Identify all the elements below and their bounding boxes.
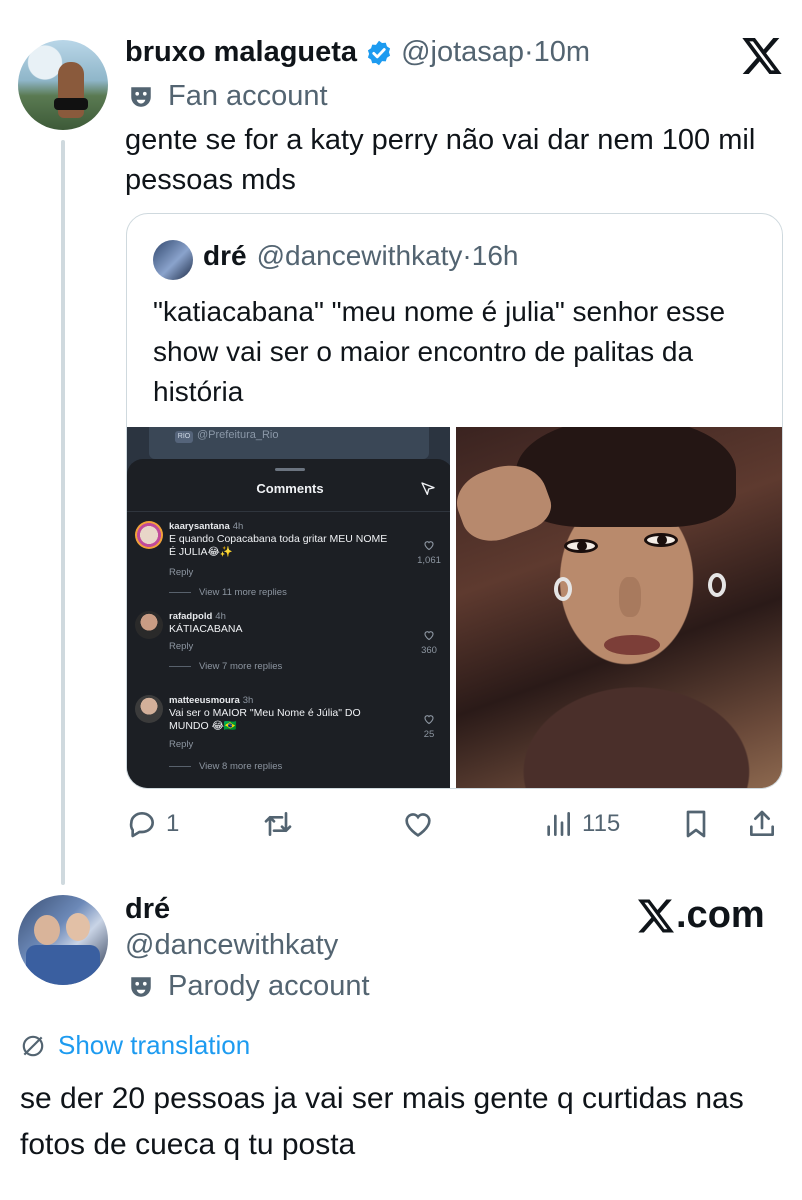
translate-icon (22, 1035, 44, 1056)
parody-account-badge: Parody account (128, 970, 370, 1003)
ig-comment-avatar (135, 695, 163, 723)
ig-comment-likes: 1,061 (417, 555, 441, 566)
bookmark-button[interactable] (680, 808, 712, 840)
author-name[interactable]: bruxo malagueta (125, 36, 357, 69)
like-button[interactable] (402, 808, 434, 840)
ig-comments-title: Comments (256, 481, 324, 496)
share-button[interactable] (746, 808, 778, 840)
show-translation-link[interactable]: Show translation (20, 1030, 250, 1061)
author-handle-time[interactable]: @jotasap·10m (401, 36, 590, 69)
mask-icon (131, 86, 151, 107)
verified-badge-icon (367, 40, 391, 65)
ig-view-more-replies: View 8 more replies (169, 761, 282, 772)
heart-icon (424, 715, 434, 725)
ig-sheet-handle (275, 468, 305, 471)
quoted-tweet-header: dré @dancewithkaty·16h (203, 240, 518, 272)
analytics-icon (547, 812, 570, 836)
reply-author-handle[interactable]: @dancewithkaty (125, 929, 338, 962)
ig-comment-likes: 360 (421, 645, 437, 656)
meme-earring-left (554, 577, 572, 601)
meme-nose (619, 577, 641, 617)
avatar[interactable] (18, 40, 108, 130)
tweet-action-bar: 1 115 (126, 808, 786, 842)
reply-count: 1 (166, 810, 180, 837)
ig-divider (127, 511, 451, 512)
ig-account-name: @Prefeitura_Rio (197, 429, 279, 441)
ig-view-more-replies: View 11 more replies (169, 587, 287, 598)
ig-comment-user: matteeusmoura 3h (169, 695, 254, 706)
heart-icon (424, 631, 434, 641)
main-tweet-header: bruxo malagueta @jotasap·10m (125, 36, 590, 69)
quoted-media-grid: RIO @Prefeitura_Rio Comments kaarysantan… (127, 427, 782, 788)
meme-eye-left (564, 539, 598, 553)
x-logo-icon (638, 899, 674, 932)
ig-view-more-replies: View 7 more replies (169, 661, 282, 672)
avatar-figure-shorts (54, 98, 88, 110)
badge-label: Fan account (168, 80, 328, 112)
retweet-icon (264, 812, 292, 836)
quoted-author-avatar (153, 240, 193, 280)
ig-comment: rafadpold 4h KÁTIACABANA Reply View 7 mor… (133, 611, 449, 681)
mask-icon (131, 976, 151, 997)
meme-earring-right (708, 573, 726, 597)
ig-comment-likes: 25 (423, 729, 435, 740)
quoted-tweet-text: "katiacabana" "meu nome é julia" senhor … (153, 296, 726, 407)
retweet-button[interactable] (262, 808, 294, 840)
reply-button[interactable]: 1 (126, 808, 179, 840)
ig-background-post: RIO @Prefeitura_Rio (149, 427, 429, 459)
badge-label: Parody account (168, 970, 370, 1002)
meme-eye-right (644, 533, 678, 547)
ig-comment-avatar (135, 521, 163, 549)
meme-mouth (604, 635, 660, 655)
tweet-text: gente se for a katy perry não vai dar ne… (125, 124, 756, 196)
bookmark-icon (686, 810, 706, 838)
heart-icon (424, 541, 434, 551)
send-icon (421, 482, 435, 495)
ig-comment-reply: Reply (169, 567, 194, 578)
quoted-tweet-card[interactable]: dré @dancewithkaty·16h "katiacabana" "me… (126, 213, 783, 789)
share-icon (750, 810, 774, 836)
ig-comment-text: Vai ser o MAIOR "Meu Nome é Júlia" DO MU… (169, 707, 361, 732)
quoted-author-handle-time: @dancewithkaty·16h (256, 240, 519, 271)
avatar-figure-face (34, 915, 60, 945)
ig-comments-sheet: Comments kaarysantana 4h E quando Copacab… (127, 459, 451, 788)
avatar-figure-body (26, 945, 100, 985)
ig-rio-badge: RIO (175, 431, 193, 443)
ig-comment-text: KÁTIACABANA (169, 623, 243, 635)
reply-icon (129, 812, 154, 838)
x-logo-icon (742, 38, 782, 74)
ig-comment-user: rafadpold 4h (169, 611, 226, 622)
ig-comment-reply: Reply (169, 739, 194, 750)
thread-connector-line (61, 140, 65, 885)
heart-icon (405, 813, 431, 837)
x-com-brand: .com (638, 894, 765, 937)
avatar-figure-face (66, 913, 90, 941)
views-count: 115 (582, 810, 621, 837)
reply-author-name[interactable]: dré (125, 893, 170, 926)
ig-comment-text: E quando Copacabana toda gritar MEU NOME… (169, 533, 388, 558)
reply-author-avatar[interactable] (18, 895, 108, 985)
media-image-meme-photo[interactable] (456, 427, 782, 788)
ig-comment: matteeusmoura 3h Vai ser o MAIOR "Meu Nom… (133, 695, 449, 785)
show-translation-label: Show translation (58, 1030, 251, 1060)
ig-comment: kaarysantana 4h E quando Copacabana toda … (133, 521, 449, 601)
reply-tweet-text: se der 20 pessoas ja vai ser mais gente … (20, 1082, 744, 1161)
x-com-text: .com (676, 894, 765, 936)
media-image-instagram-screenshot[interactable]: RIO @Prefeitura_Rio Comments kaarysantan… (127, 427, 451, 788)
ig-comment-user: kaarysantana 4h (169, 521, 244, 532)
quoted-author-name: dré (203, 240, 247, 271)
ig-comment-avatar (135, 611, 163, 639)
views-button[interactable]: 115 (542, 808, 620, 840)
ig-comment-reply: Reply (169, 641, 194, 652)
fan-account-badge: Fan account (128, 80, 328, 113)
